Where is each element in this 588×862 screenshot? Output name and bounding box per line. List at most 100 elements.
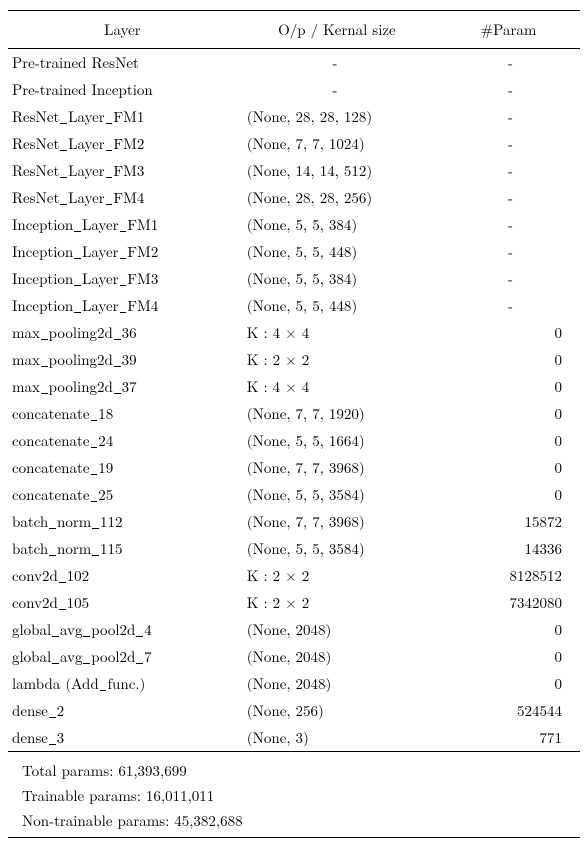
table-row: maxpooling2d39K : 2 × 20 xyxy=(8,346,580,373)
layer-name: ResNetLayerFM3 xyxy=(8,157,237,184)
param-count: 7342080 xyxy=(437,589,580,616)
output-kernel-size: (None, 5, 5, 3584) xyxy=(237,535,437,562)
layer-name: batchnorm115 xyxy=(8,535,237,562)
param-count: - xyxy=(437,265,580,292)
output-kernel-size: (None, 5, 5, 384) xyxy=(237,211,437,238)
layer-name: InceptionLayerFM4 xyxy=(8,292,237,319)
output-kernel-size: - xyxy=(237,76,437,103)
param-count: 0 xyxy=(437,481,580,508)
layer-name: concatenate25 xyxy=(8,481,237,508)
table-row: InceptionLayerFM4(None, 5, 5, 448)- xyxy=(8,292,580,319)
output-kernel-size: (None, 5, 5, 448) xyxy=(237,292,437,319)
output-kernel-size: K : 2 × 2 xyxy=(237,562,437,589)
summary-text: Total params: 61,393,699 xyxy=(8,752,580,784)
table-row: dense2(None, 256)524544 xyxy=(8,697,580,724)
layer-name: maxpooling2d39 xyxy=(8,346,237,373)
table-row: dense3(None, 3)771 xyxy=(8,724,580,752)
output-kernel-size: (None, 5, 5, 1664) xyxy=(237,427,437,454)
param-count: - xyxy=(437,76,580,103)
layer-name: Pre-trained ResNet xyxy=(8,49,237,77)
param-count: 0 xyxy=(437,373,580,400)
table-body: Pre-trained ResNet--Pre-trained Inceptio… xyxy=(8,49,580,752)
output-kernel-size: (None, 2048) xyxy=(237,643,437,670)
param-count: - xyxy=(437,211,580,238)
param-count: 0 xyxy=(437,616,580,643)
output-kernel-size: (None, 256) xyxy=(237,697,437,724)
table-row: maxpooling2d37K : 4 × 40 xyxy=(8,373,580,400)
output-kernel-size: (None, 7, 7, 1920) xyxy=(237,400,437,427)
table-row: globalavgpool2d7(None, 2048)0 xyxy=(8,643,580,670)
summary-row: Total params: 61,393,699 xyxy=(8,752,580,784)
param-count: - xyxy=(437,49,580,77)
layer-name: dense2 xyxy=(8,697,237,724)
param-count: - xyxy=(437,292,580,319)
output-kernel-size: (None, 5, 5, 448) xyxy=(237,238,437,265)
param-count: 524544 xyxy=(437,697,580,724)
table-row: InceptionLayerFM3(None, 5, 5, 384)- xyxy=(8,265,580,292)
table-row: globalavgpool2d4(None, 2048)0 xyxy=(8,616,580,643)
table-row: conv2d102K : 2 × 28128512 xyxy=(8,562,580,589)
table-row: ResNetLayerFM4(None, 28, 28, 256)- xyxy=(8,184,580,211)
layer-name: maxpooling2d36 xyxy=(8,319,237,346)
output-kernel-size: K : 2 × 2 xyxy=(237,346,437,373)
layer-name: ResNetLayerFM4 xyxy=(8,184,237,211)
layer-name: InceptionLayerFM3 xyxy=(8,265,237,292)
param-count: 0 xyxy=(437,346,580,373)
output-kernel-size: (None, 5, 5, 3584) xyxy=(237,481,437,508)
layer-name: concatenate18 xyxy=(8,400,237,427)
table-row: concatenate18(None, 7, 7, 1920)0 xyxy=(8,400,580,427)
output-kernel-size: (None, 7, 7, 1024) xyxy=(237,130,437,157)
table-row: concatenate19(None, 7, 7, 3968)0 xyxy=(8,454,580,481)
table-row: maxpooling2d36K : 4 × 40 xyxy=(8,319,580,346)
param-count: - xyxy=(437,238,580,265)
table-row: Pre-trained Inception-- xyxy=(8,76,580,103)
layer-name: globalavgpool2d7 xyxy=(8,643,237,670)
output-kernel-size: (None, 7, 7, 3968) xyxy=(237,454,437,481)
output-kernel-size: K : 4 × 4 xyxy=(237,373,437,400)
layer-name: InceptionLayerFM1 xyxy=(8,211,237,238)
layer-name: InceptionLayerFM2 xyxy=(8,238,237,265)
summary-text: Trainable params: 16,011,011 xyxy=(8,783,580,808)
table-row: ResNetLayerFM1(None, 28, 28, 128)- xyxy=(8,103,580,130)
table-row: InceptionLayerFM1(None, 5, 5, 384)- xyxy=(8,211,580,238)
table-header-row: Layer O/p / Kernal size #Param xyxy=(8,11,580,49)
table-row: conv2d105K : 2 × 27342080 xyxy=(8,589,580,616)
header-layer: Layer xyxy=(8,11,237,49)
layer-name: globalavgpool2d4 xyxy=(8,616,237,643)
layer-name: maxpooling2d37 xyxy=(8,373,237,400)
output-kernel-size: (None, 5, 5, 384) xyxy=(237,265,437,292)
header-size: O/p / Kernal size xyxy=(237,11,437,49)
layer-name: conv2d105 xyxy=(8,589,237,616)
output-kernel-size: (None, 28, 28, 128) xyxy=(237,103,437,130)
summary-text: Non-trainable params: 45,382,688 xyxy=(8,808,580,838)
param-count: - xyxy=(437,157,580,184)
param-count: 8128512 xyxy=(437,562,580,589)
output-kernel-size: K : 4 × 4 xyxy=(237,319,437,346)
output-kernel-size: (None, 2048) xyxy=(237,616,437,643)
output-kernel-size: (None, 7, 7, 3968) xyxy=(237,508,437,535)
param-count: 0 xyxy=(437,319,580,346)
table-row: ResNetLayerFM3(None, 14, 14, 512)- xyxy=(8,157,580,184)
layer-name: batchnorm112 xyxy=(8,508,237,535)
summary-section: Total params: 61,393,699Trainable params… xyxy=(8,752,580,838)
param-count: 771 xyxy=(437,724,580,752)
layer-name: concatenate24 xyxy=(8,427,237,454)
table-row: batchnorm112(None, 7, 7, 3968)15872 xyxy=(8,508,580,535)
table-row: Pre-trained ResNet-- xyxy=(8,49,580,77)
layer-name: Pre-trained Inception xyxy=(8,76,237,103)
layer-name: ResNetLayerFM1 xyxy=(8,103,237,130)
table-row: concatenate24(None, 5, 5, 1664)0 xyxy=(8,427,580,454)
layer-name: ResNetLayerFM2 xyxy=(8,130,237,157)
param-count: - xyxy=(437,184,580,211)
param-count: - xyxy=(437,130,580,157)
param-count: 0 xyxy=(437,454,580,481)
output-kernel-size: (None, 3) xyxy=(237,724,437,752)
table-row: batchnorm115(None, 5, 5, 3584)14336 xyxy=(8,535,580,562)
table-row: InceptionLayerFM2(None, 5, 5, 448)- xyxy=(8,238,580,265)
output-kernel-size: (None, 14, 14, 512) xyxy=(237,157,437,184)
summary-row: Non-trainable params: 45,382,688 xyxy=(8,808,580,838)
layer-name: dense3 xyxy=(8,724,237,752)
table-row: ResNetLayerFM2(None, 7, 7, 1024)- xyxy=(8,130,580,157)
param-count: 0 xyxy=(437,643,580,670)
layer-name: concatenate19 xyxy=(8,454,237,481)
